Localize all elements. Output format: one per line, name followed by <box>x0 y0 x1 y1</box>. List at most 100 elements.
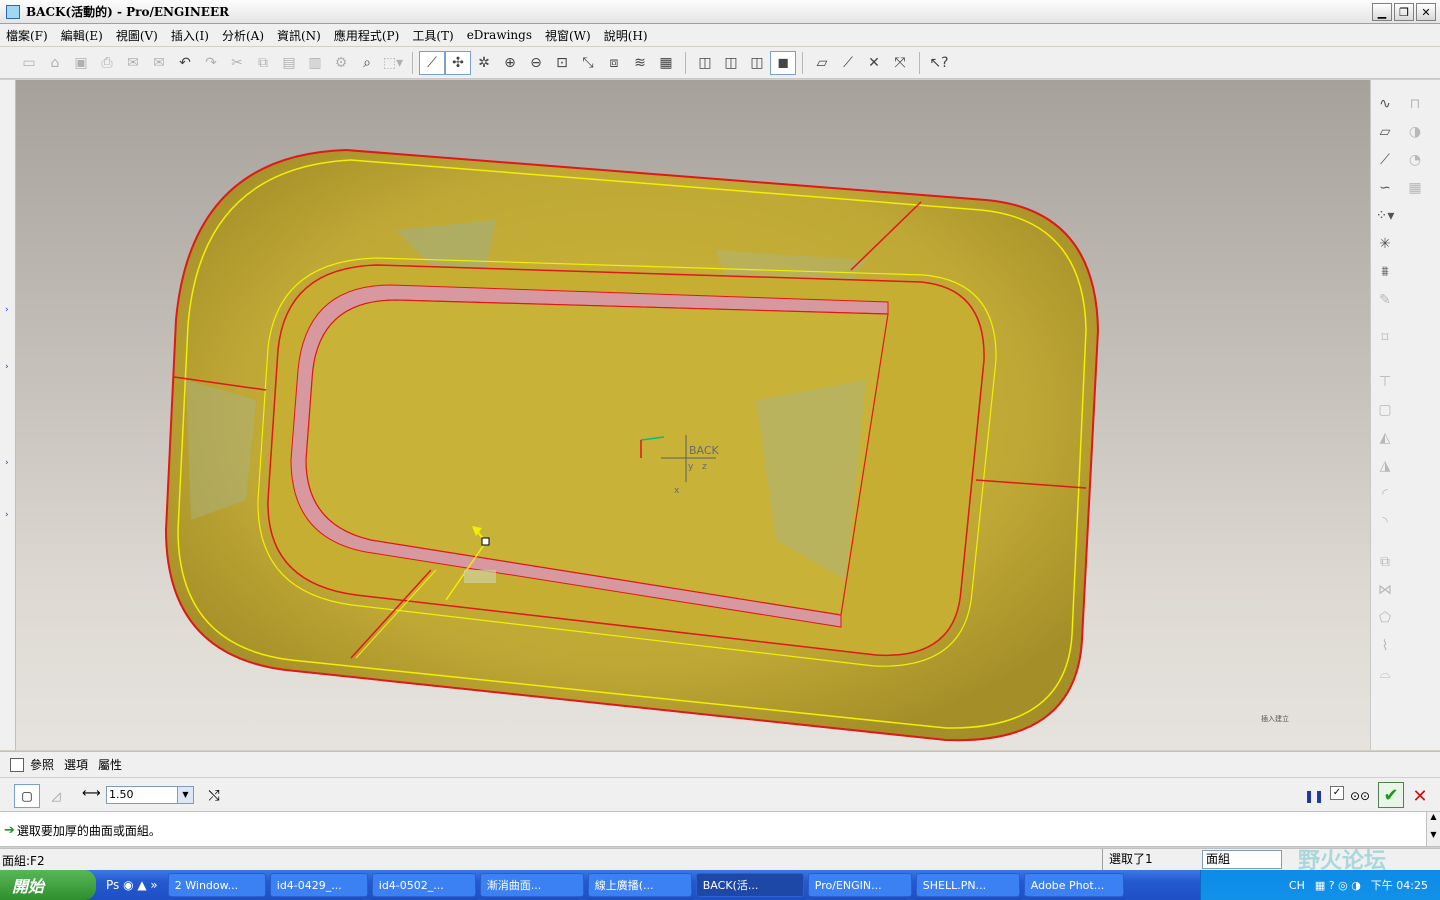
print-icon[interactable]: ⎙ <box>94 51 120 75</box>
shading-icon[interactable]: ◼ <box>770 50 796 75</box>
spin-center-icon[interactable]: ✣ <box>445 50 471 75</box>
saved-views-icon[interactable]: ⧈ <box>601 51 627 75</box>
round-icon[interactable]: ◜ <box>1373 482 1397 506</box>
merge-icon[interactable]: ⬠ <box>1373 606 1397 630</box>
task-shell-png[interactable]: SHELL.PN... <box>915 873 1020 897</box>
save-icon[interactable]: ▣ <box>68 51 94 75</box>
task-id4-0502[interactable]: id4-0502_... <box>371 873 476 897</box>
pause-button[interactable]: ❚❚ <box>1302 784 1326 808</box>
hole-icon[interactable]: ⊤ <box>1373 370 1397 394</box>
datum-plane-icon[interactable]: ▱ <box>1373 120 1397 144</box>
remove-material-button[interactable]: ◿ <box>44 784 68 808</box>
edit-tool-icon[interactable]: ✎ <box>1373 288 1397 312</box>
task-proengineer[interactable]: Pro/ENGIN... <box>807 873 912 897</box>
minimize-button[interactable]: ▁ <box>1372 3 1392 21</box>
mirror-feature-icon[interactable]: ⋈ <box>1373 578 1397 602</box>
sketch-tool-icon[interactable]: ∿ <box>1373 92 1397 116</box>
revolve-icon[interactable]: ◔ <box>1403 148 1427 172</box>
menu-view[interactable]: 視圖(V) <box>116 27 158 44</box>
close-window-button[interactable]: ✕ <box>1416 3 1436 21</box>
repaint-icon[interactable]: ⟋ <box>419 50 445 75</box>
menu-insert[interactable]: 插入(I) <box>171 27 209 44</box>
undo-icon[interactable]: ↶ <box>172 51 198 75</box>
task-adobe-photoshop[interactable]: Adobe Phot... <box>1023 873 1124 897</box>
zoom-in-icon[interactable]: ⊕ <box>497 51 523 75</box>
extrude-icon[interactable]: ◑ <box>1403 120 1427 144</box>
reorient-icon[interactable]: ⤡ <box>575 51 601 75</box>
menu-analysis[interactable]: 分析(A) <box>222 27 264 44</box>
zoom-out-icon[interactable]: ⊖ <box>523 51 549 75</box>
shell-icon[interactable]: ▢ <box>1373 398 1397 422</box>
thicken-icon[interactable]: ⌓ <box>1373 662 1397 686</box>
expand-arrow-icon[interactable]: › <box>5 458 11 468</box>
selection-filter[interactable]: 面組 <box>1202 850 1282 869</box>
restore-button[interactable]: ❐ <box>1394 3 1414 21</box>
menu-window[interactable]: 視窗(W) <box>545 27 591 44</box>
paste-icon[interactable]: ▤ <box>276 51 302 75</box>
solid-mode-button[interactable]: ▢ <box>14 784 40 808</box>
email-icon[interactable]: ✉ <box>120 51 146 75</box>
accept-button[interactable]: ✔ <box>1378 782 1404 808</box>
menu-applications[interactable]: 應用程式(P) <box>334 27 399 44</box>
trim-icon[interactable]: ⌇ <box>1373 634 1397 658</box>
draft-icon[interactable]: ◮ <box>1373 454 1397 478</box>
quick-launch-icons[interactable]: Ps ◉ ▲ » <box>106 878 158 892</box>
tab-options[interactable]: 選項 <box>64 756 88 773</box>
wireframe-icon[interactable]: ◫ <box>692 51 718 75</box>
tray-icons[interactable]: ▦ ? ◎ ◑ <box>1315 879 1361 892</box>
thickness-input[interactable]: 1.50 ▼ <box>106 786 194 804</box>
task-back-active[interactable]: BACK(活... <box>695 873 804 897</box>
sketch-view-icon[interactable]: ⌑ <box>1373 326 1397 350</box>
datum-curve-icon[interactable]: ∽ <box>1373 176 1397 200</box>
open-folder-icon[interactable]: ⌂ <box>42 51 68 75</box>
left-navigator-strip[interactable]: › › › › <box>0 80 16 750</box>
expand-arrow-icon[interactable]: › <box>5 510 11 520</box>
task-live-broadcast[interactable]: 線上廣播(... <box>587 873 692 897</box>
datum-planes-icon[interactable]: ▱ <box>809 51 835 75</box>
regenerate-icon[interactable]: ⚙ <box>328 51 354 75</box>
slide-panel-icon[interactable] <box>10 757 24 772</box>
coordinate-systems-icon[interactable]: ⤧ <box>887 51 913 75</box>
table-icon[interactable]: ▦ <box>1403 176 1427 200</box>
datum-point-icon[interactable]: ⁘▾ <box>1373 204 1397 228</box>
email-link-icon[interactable]: ✉ <box>146 51 172 75</box>
cancel-button[interactable]: ✕ <box>1408 784 1432 808</box>
menu-file[interactable]: 檔案(F) <box>6 27 48 44</box>
copy-feature-icon[interactable]: ⧉ <box>1373 550 1397 574</box>
language-indicator[interactable]: CH <box>1289 879 1305 892</box>
menu-tools[interactable]: 工具(T) <box>412 27 453 44</box>
preview-checkbox[interactable]: ✓ <box>1330 786 1344 800</box>
cut-icon[interactable]: ✂ <box>224 51 250 75</box>
coordinate-system-icon[interactable]: ✳ <box>1373 232 1397 256</box>
selection-box-icon[interactable]: ⬚▾ <box>380 51 406 75</box>
layers-icon[interactable]: ≋ <box>627 51 653 75</box>
find-icon[interactable]: ⌕ <box>354 51 380 75</box>
expand-arrow-icon[interactable]: › <box>5 305 11 315</box>
chevron-down-icon[interactable]: ▼ <box>177 787 193 803</box>
analysis-feature-icon[interactable]: ⩩ <box>1373 260 1397 284</box>
task-window[interactable]: 2 Window... <box>167 873 266 897</box>
context-help-icon[interactable]: ↖? <box>926 51 952 75</box>
drag-handle[interactable] <box>481 537 490 546</box>
mirror-icon[interactable]: ⊓ <box>1403 92 1427 116</box>
orient-mode-icon[interactable]: ✲ <box>471 51 497 75</box>
chamfer-icon[interactable]: ◝ <box>1373 510 1397 534</box>
menu-edrawings[interactable]: eDrawings <box>467 28 532 42</box>
task-fade-surface[interactable]: 漸消曲面... <box>479 873 584 897</box>
task-id4-0429[interactable]: id4-0429_... <box>269 873 368 897</box>
paste-special-icon[interactable]: ▥ <box>302 51 328 75</box>
no-hidden-icon[interactable]: ◫ <box>744 51 770 75</box>
refit-icon[interactable]: ⊡ <box>549 51 575 75</box>
menu-help[interactable]: 說明(H) <box>604 27 648 44</box>
tab-properties[interactable]: 屬性 <box>98 756 122 773</box>
flip-direction-button[interactable]: ⤭ <box>202 784 226 808</box>
expand-arrow-icon[interactable]: › <box>5 362 11 372</box>
tab-references[interactable]: 參照 <box>30 756 54 773</box>
menu-info[interactable]: 資訊(N) <box>277 27 321 44</box>
start-button[interactable]: 開始 <box>0 870 96 900</box>
menu-edit[interactable]: 編輯(E) <box>61 27 103 44</box>
datum-axis-icon[interactable]: ⟋ <box>1373 148 1397 172</box>
view-manager-icon[interactable]: ▦ <box>653 51 679 75</box>
graphics-window[interactable]: BACK y z x 插入建立 <box>16 80 1370 750</box>
copy-icon[interactable]: ⧉ <box>250 51 276 75</box>
